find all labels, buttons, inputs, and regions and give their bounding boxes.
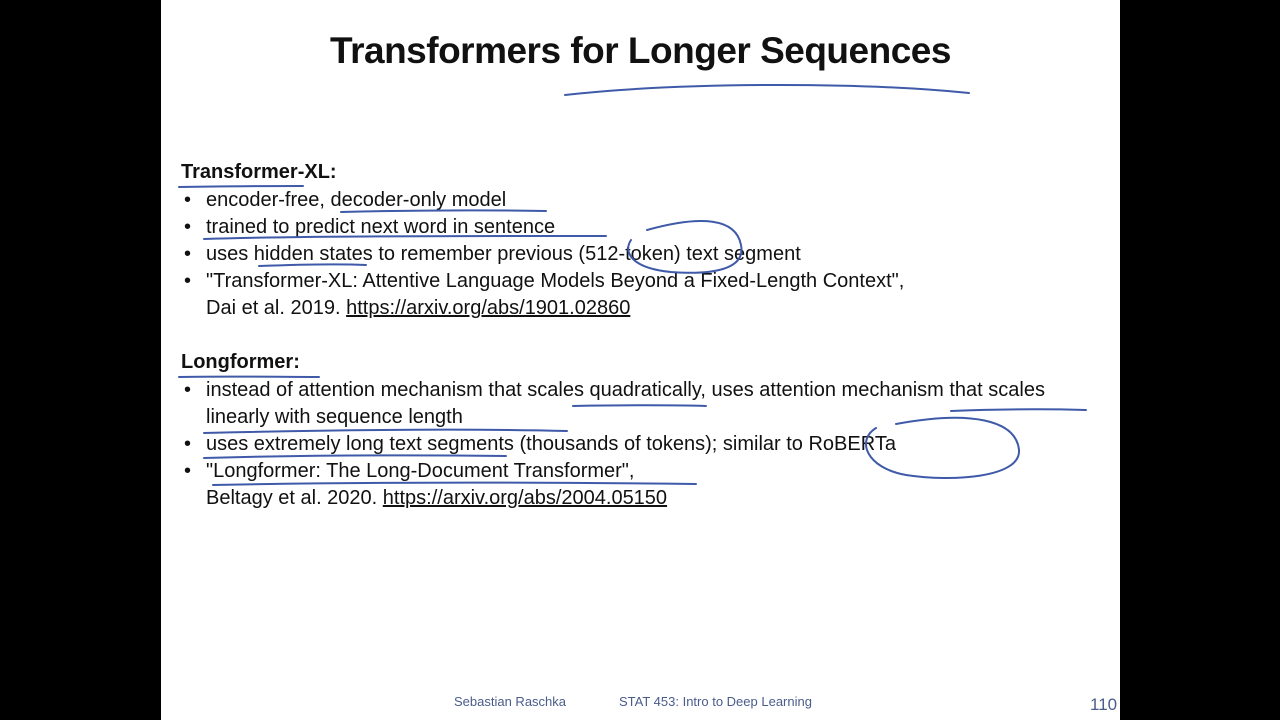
- bullet-item: encoder-free, decoder-only model: [181, 187, 1101, 214]
- bullet-text: instead of attention mechanism that scal…: [206, 379, 1045, 428]
- bullet-item: "Longformer: The Long-Document Transform…: [181, 458, 1101, 512]
- bullet-text: encoder-free, decoder-only model: [206, 189, 507, 211]
- footer-author: Sebastian Raschka: [454, 694, 567, 709]
- bullet-text: uses extremely long text segments (thous…: [206, 433, 896, 455]
- paper-title: "Longformer: The Long-Document Transform…: [206, 460, 635, 482]
- paper-link[interactable]: https://arxiv.org/abs/2004.05150: [383, 487, 667, 509]
- bullet-item: uses extremely long text segments (thous…: [181, 431, 1101, 458]
- bullet-text: trained to predict next word in sentence: [206, 216, 556, 238]
- paper-title: "Transformer-XL: Attentive Language Mode…: [206, 270, 905, 292]
- bullet-text: uses hidden states to remember previous …: [206, 243, 801, 265]
- bullet-item: uses hidden states to remember previous …: [181, 241, 1101, 268]
- bullet-item: instead of attention mechanism that scal…: [181, 377, 1101, 431]
- paper-link[interactable]: https://arxiv.org/abs/1901.02860: [346, 297, 630, 319]
- citation-text: Dai et al. 2019.: [206, 297, 347, 319]
- page-number: 110: [1090, 695, 1118, 714]
- title-underline: [564, 83, 970, 96]
- footer-course: STAT 453: Intro to Deep Learning: [619, 694, 812, 709]
- section-heading-transformer-xl: Transformer-XL:: [181, 161, 337, 183]
- bullet-item: trained to predict next word in sentence: [181, 214, 1101, 241]
- transformer-xl-bullet-list: encoder-free, decoder-only model trained…: [181, 187, 1101, 322]
- slide: Transformers for Longer Sequences Transf…: [161, 0, 1120, 720]
- handwritten-annotations: [178, 83, 1087, 486]
- longformer-bullet-list: instead of attention mechanism that scal…: [181, 377, 1101, 512]
- slide-title: Transformers for Longer Sequences: [330, 30, 951, 71]
- citation-text: Beltagy et al. 2020.: [206, 487, 383, 509]
- bullet-item: "Transformer-XL: Attentive Language Mode…: [181, 268, 1101, 322]
- section-heading-longformer: Longformer:: [181, 351, 300, 373]
